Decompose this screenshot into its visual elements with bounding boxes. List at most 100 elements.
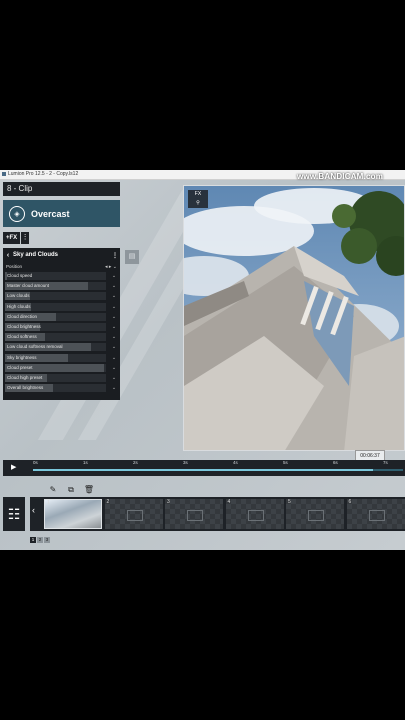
position-row[interactable]: Position ◂ ▸ ⌄ [3,262,120,271]
chevron-down-icon[interactable]: ⌄ [110,323,118,331]
replace-clip-icon[interactable]: ⧉ [63,484,79,496]
window-title: Lumion Pro 12.5 - 2 - Copy.ls12 [8,171,79,177]
chevron-down-icon[interactable]: ⌄ [110,282,118,290]
slider-row[interactable]: Low clouds ⌄ [3,291,120,301]
clip-number: 4 [227,499,231,505]
empty-clip-icon [247,510,264,521]
slider-row[interactable]: Cloud preset ⌄ [3,363,120,373]
chevron-down-icon[interactable]: ⌄ [110,272,118,280]
slider-label: Cloud brightness [7,323,41,329]
effect-panel: ‹ Sky and Clouds ⋮ Position ◂ ▸ ⌄ Cloud … [3,248,120,400]
slider-track[interactable]: Cloud high preset [5,373,106,382]
timeline-tick-label: 2s [133,460,138,465]
scene-render [184,186,404,450]
clip-number: 2 [106,499,110,505]
timeline-tick-label: 7s [383,460,388,465]
slider-label: Low clouds [7,293,30,299]
chevron-down-icon[interactable]: ⌄ [110,384,118,392]
timeline-tick-label: 3s [183,460,188,465]
clip-tools: ✎ ⧉ 🗑 [45,484,103,496]
page-button[interactable]: 1 [30,537,36,543]
slider-track[interactable]: Cloud brightness [5,322,106,331]
slider-row[interactable]: Cloud direction ⌄ [3,312,120,322]
slider-row[interactable]: Master cloud amount ⌄ [3,281,120,291]
effect-menu-icon[interactable]: ⋮ [110,252,120,259]
back-arrow-icon[interactable]: ‹ [3,252,13,259]
empty-clip-icon [126,510,143,521]
chevron-down-icon[interactable]: ⌄ [110,354,118,362]
app-icon [2,172,6,176]
clip-thumbnail[interactable]: 2 [104,499,163,529]
slider-track[interactable]: Cloud softness [5,333,106,342]
clip-thumbnail[interactable]: 5 [286,499,344,529]
play-button[interactable]: ▶ [11,463,21,473]
clip-number: 1 [47,500,50,506]
camera-icon: ⚲ [196,200,200,206]
slider-row[interactable]: Cloud softness ⌄ [3,332,120,342]
timeline-tick-label: 4s [233,460,238,465]
scene-viewport[interactable]: FX ⚲ [183,185,405,451]
slider-track[interactable]: Cloud direction [5,312,106,321]
slider-list: Cloud speed ⌄ Master cloud amount ⌄ Low clou… [3,271,120,393]
slider-track[interactable]: Master cloud amount [5,282,106,291]
fx-badge[interactable]: FX ⚲ [188,190,208,208]
clip-strip: ‹ 1 2 3 4 5 6 [30,497,405,531]
add-fx-button[interactable]: +FX [3,232,21,244]
clip-thumbnail[interactable]: 3 [165,499,223,529]
document-icon[interactable]: ▤ [125,250,139,264]
clip-thumbnail[interactable]: 4 [225,499,284,529]
slider-label: Cloud direction [7,313,38,319]
clip-thumbnail[interactable]: 6 [346,499,405,529]
slider-track[interactable]: Cloud preset [5,363,106,372]
fx-badge-label: FX [194,191,202,197]
empty-clip-icon [368,510,385,521]
slider-track[interactable]: High clouds [5,302,106,311]
chevron-down-icon[interactable]: ⌄ [110,303,118,311]
fx-menu-button[interactable]: ⋮ [21,232,30,244]
clip-number: 6 [348,499,352,505]
layers-icon: ◈ [9,205,25,222]
filmstrip-icon[interactable]: ☷ [3,497,25,531]
slider-label: Sky brightness [7,354,37,360]
timeline-tick-label: 0s [33,460,38,465]
slider-row[interactable]: Cloud high preset ⌄ [3,373,120,383]
slider-row[interactable]: Overall brightness ⌄ [3,383,120,393]
slider-row[interactable]: Low cloud softness removal ⌄ [3,342,120,352]
lumion-window: Lumion Pro 12.5 - 2 - Copy.ls12 8 - Clip… [0,170,405,550]
timeline-tick-label: 5s [283,460,288,465]
slider-row[interactable]: Cloud speed ⌄ [3,271,120,281]
slider-label: Low cloud softness removal [7,344,63,350]
clip-title: 8 - Clip [3,182,120,196]
chevron-down-icon[interactable]: ⌄ [110,292,118,300]
slider-row[interactable]: High clouds ⌄ [3,302,120,312]
position-arrows-icon[interactable]: ◂ ▸ ⌄ [105,264,120,270]
clip-number: 5 [288,499,291,505]
slider-track[interactable]: Low clouds [5,292,106,301]
chevron-down-icon[interactable]: ⌄ [110,313,118,321]
timeline-track[interactable] [33,469,403,471]
slider-row[interactable]: Sky brightness ⌄ [3,353,120,363]
delete-trash-icon[interactable]: 🗑 [81,484,97,496]
clip-number: 3 [167,499,170,505]
slider-track[interactable]: Low cloud softness removal [5,343,106,352]
chevron-down-icon[interactable]: ⌄ [110,364,118,372]
page-button[interactable]: 3 [44,537,50,543]
chevron-down-icon[interactable]: ⌄ [110,333,118,341]
edit-pencil-icon[interactable]: ✎ [45,484,61,496]
slider-track[interactable]: Sky brightness [5,353,106,362]
slider-row[interactable]: Cloud brightness ⌄ [3,322,120,332]
fx-toolbar: +FX ⋮ [3,232,30,244]
preset-label: Overcast [31,208,70,219]
weather-preset-button[interactable]: ◈ Overcast [3,200,120,227]
timeline-bar[interactable]: ▶ 0s 1s 2s 3s 4s 5s 6s 7s [3,460,405,476]
slider-track[interactable]: Cloud speed [5,272,106,280]
chevron-left-icon[interactable]: ‹ [32,505,42,515]
watermark: www.BANDICAM.com [297,172,384,181]
page-button[interactable]: 2 [37,537,43,543]
slider-track[interactable]: Overall brightness [5,384,106,393]
effect-title: Sky and Clouds [13,252,59,258]
clip-thumbnail[interactable]: 1 [44,499,102,529]
chevron-down-icon[interactable]: ⌄ [110,374,118,382]
chevron-down-icon[interactable]: ⌄ [110,343,118,351]
effect-header: ‹ Sky and Clouds ⋮ [3,248,120,262]
